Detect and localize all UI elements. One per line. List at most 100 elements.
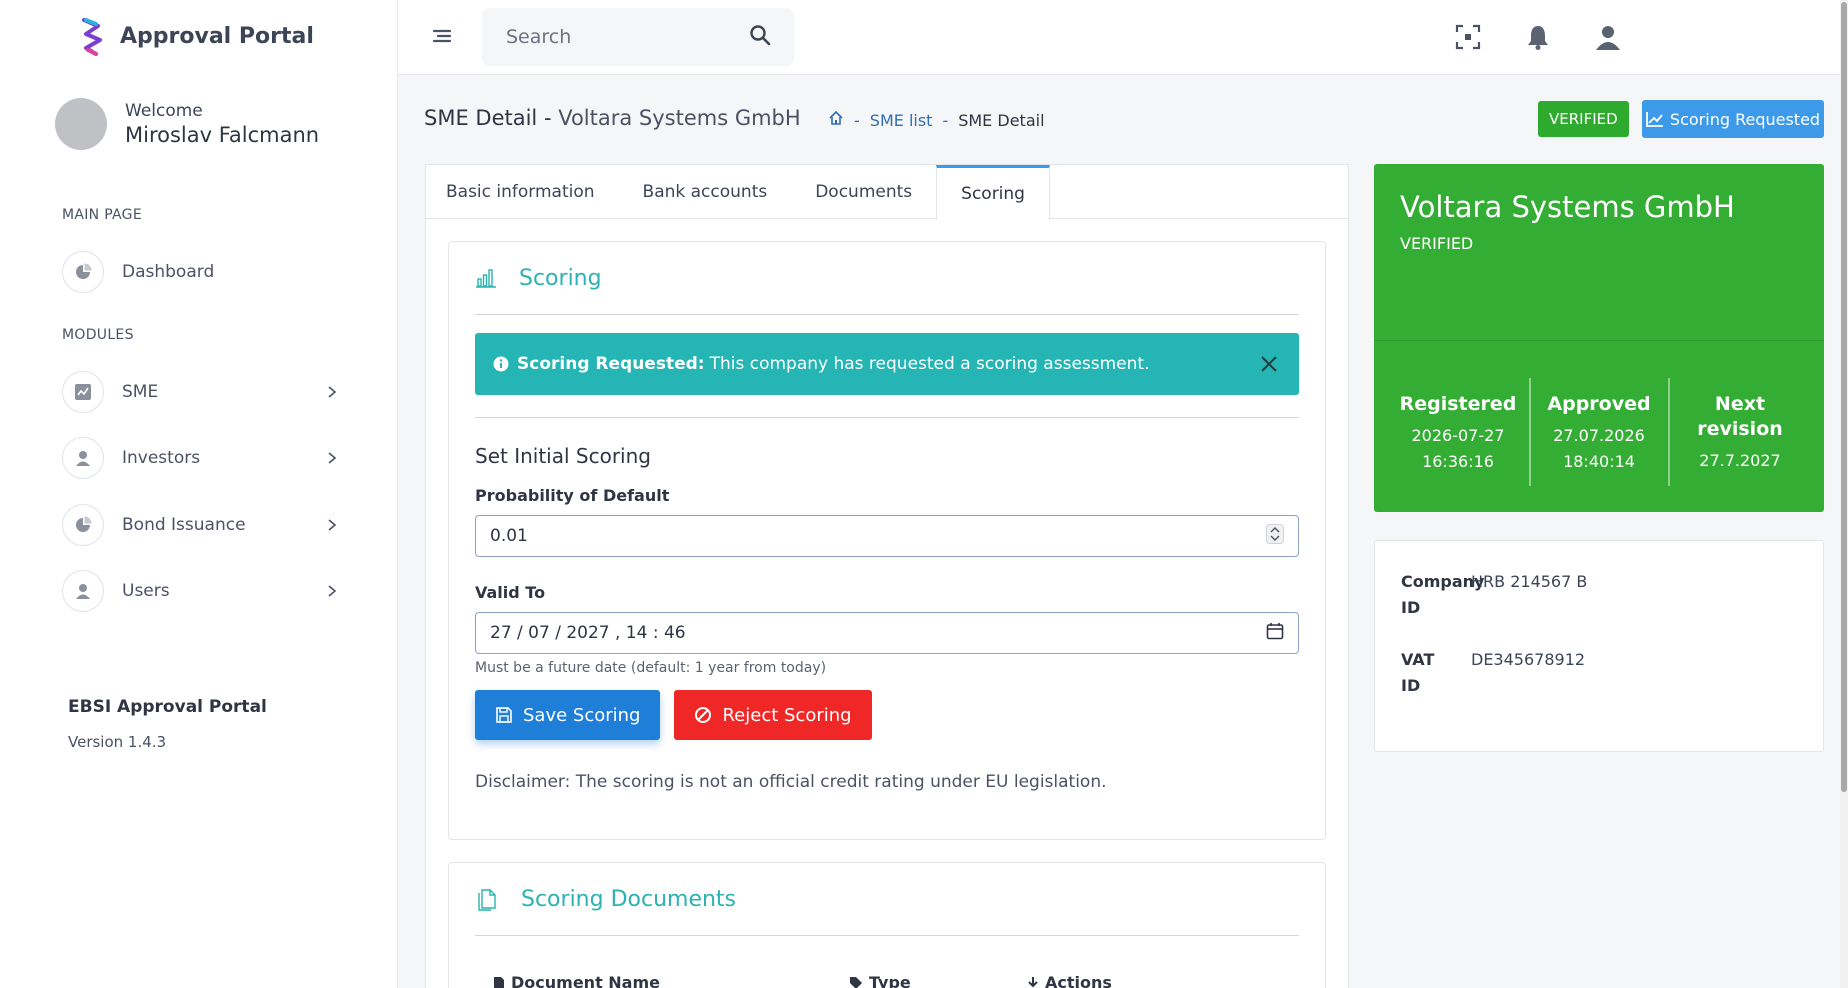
tab-bank-accounts[interactable]: Bank accounts (619, 165, 792, 219)
company-id-row: Company ID HRB 214567 B (1401, 569, 1587, 621)
chevron-right-icon (322, 382, 342, 402)
download-icon (1028, 976, 1038, 988)
valid-to-value: 27 / 07 / 2027 , 14 : 46 (490, 623, 686, 643)
col-document-name[interactable]: Document Name (493, 973, 849, 988)
trend-chart-icon (1646, 112, 1663, 127)
stat-next-label-1: Next (1714, 393, 1766, 415)
save-scoring-button[interactable]: Save Scoring (475, 690, 661, 740)
page-title-dash: - (537, 106, 559, 130)
valid-to-label: Valid To (475, 583, 546, 602)
company-id-label-1: Company (1401, 572, 1485, 591)
sidebar-item-label: Dashboard (122, 262, 215, 282)
sidebar-item-bond-issuance[interactable]: Bond Issuance (62, 503, 342, 547)
info-icon (493, 356, 509, 372)
calendar-icon[interactable] (1266, 622, 1284, 645)
reject-scoring-button[interactable]: Reject Scoring (674, 690, 872, 740)
page-title: SME Detail - Voltara Systems GmbH (424, 106, 801, 130)
section-title-main: MAIN PAGE (62, 207, 142, 223)
divider (475, 935, 1299, 936)
welcome-text: Welcome (125, 101, 203, 121)
stat-registered: Registered 2026-07-27 16:36:16 (1388, 392, 1528, 475)
profile-icon[interactable] (1593, 22, 1623, 52)
tab-scoring[interactable]: Scoring (936, 165, 1050, 220)
tab-bar: Basic information Bank accounts Document… (426, 165, 1348, 220)
sidebar-item-sme[interactable]: SME (62, 370, 342, 414)
home-icon[interactable] (828, 110, 844, 130)
topbar (398, 0, 1848, 75)
col-actions[interactable]: Actions (1027, 973, 1112, 988)
bell-icon[interactable] (1523, 22, 1553, 52)
breadcrumb-current: SME Detail (958, 110, 1045, 130)
section-title-modules: MODULES (62, 327, 134, 343)
chevron-right-icon (322, 448, 342, 468)
main-card: Basic information Bank accounts Document… (425, 164, 1349, 988)
vat-id-label-2: ID (1401, 676, 1421, 695)
col-type-label: Type (869, 973, 911, 988)
footer-version: Version 1.4.3 (68, 733, 167, 751)
divider (475, 314, 1299, 315)
ban-icon (695, 707, 712, 723)
stat-registered-label: Registered (1399, 393, 1517, 415)
logo[interactable]: Approval Portal (78, 16, 314, 56)
pie-chart-icon (62, 251, 104, 293)
sidebar-item-users[interactable]: Users (62, 569, 342, 613)
scoring-requested-label: Scoring Requested (1669, 109, 1821, 129)
breadcrumb-sme-list[interactable]: SME list (870, 111, 933, 130)
documents-table-header: Document Name Type Actions (493, 973, 1112, 988)
bar-chart-icon (476, 269, 496, 288)
breadcrumb: - SME list - SME Detail (828, 110, 1045, 130)
tag-icon (850, 976, 862, 988)
search-icon[interactable] (749, 24, 771, 51)
company-name: Voltara Systems GmbH (1400, 190, 1735, 224)
action-buttons: Save Scoring Reject Scoring (475, 690, 1299, 740)
set-initial-scoring-heading: Set Initial Scoring (475, 444, 651, 468)
user-icon (62, 437, 104, 479)
page-title-company: Voltara Systems GmbH (558, 106, 801, 130)
app-title: Approval Portal (120, 23, 314, 49)
sidebar-item-investors[interactable]: Investors (62, 436, 342, 480)
tab-documents[interactable]: Documents (791, 165, 936, 219)
fullscreen-icon[interactable] (1453, 22, 1483, 52)
stat-approved-label: Approved (1547, 393, 1651, 415)
sidebar-item-label: Bond Issuance (122, 515, 246, 535)
reject-scoring-label: Reject Scoring (722, 704, 852, 726)
pd-input[interactable]: 0.01 (475, 515, 1299, 557)
stat-approved: Approved 27.07.2026 18:40:14 (1529, 392, 1669, 475)
status-badge: VERIFIED (1538, 101, 1629, 137)
stat-registered-time: 16:36:16 (1422, 452, 1494, 471)
disclaimer-text: Disclaimer: The scoring is not an offici… (475, 772, 1107, 792)
pd-label: Probability of Default (475, 486, 670, 505)
scoring-header: Scoring (449, 242, 1325, 314)
company-info-card: Company ID HRB 214567 B VAT ID DE3456789… (1374, 540, 1824, 752)
scrollbar[interactable] (1840, 0, 1848, 988)
col-type[interactable]: Type (849, 973, 1027, 988)
sidebar-item-label: SME (122, 382, 159, 402)
stat-next-revision: Next revision 27.7.2027 (1670, 392, 1810, 474)
scrollbar-thumb[interactable] (1841, 2, 1847, 792)
user-icon (62, 570, 104, 612)
valid-to-input[interactable]: 27 / 07 / 2027 , 14 : 46 (475, 612, 1299, 654)
sidebar-item-dashboard[interactable]: Dashboard (62, 250, 342, 294)
stat-approved-date: 27.07.2026 (1553, 426, 1645, 445)
menu-toggle-icon[interactable] (430, 24, 454, 48)
pd-value: 0.01 (490, 526, 528, 546)
pie-chart-icon (62, 504, 104, 546)
stat-approved-time: 18:40:14 (1563, 452, 1635, 471)
close-icon[interactable] (1257, 352, 1281, 376)
tab-basic-information[interactable]: Basic information (446, 165, 619, 219)
chevron-right-icon (322, 515, 342, 535)
number-stepper-icon[interactable] (1266, 523, 1284, 549)
vat-id-value: DE345678912 (1471, 650, 1586, 669)
search-box (482, 8, 794, 66)
breadcrumb-separator: - (854, 110, 860, 130)
user-name: Miroslav Falcmann (125, 123, 320, 147)
file-icon (494, 976, 504, 988)
footer-title: EBSI Approval Portal (68, 697, 267, 717)
search-input[interactable] (506, 26, 749, 48)
company-status: VERIFIED (1400, 234, 1474, 253)
scoring-title: Scoring (519, 265, 602, 291)
divider (475, 417, 1299, 418)
scoring-requested-button[interactable]: Scoring Requested (1642, 100, 1824, 138)
scoring-alert: Scoring Requested: This company has requ… (475, 333, 1299, 395)
avatar (55, 98, 107, 150)
